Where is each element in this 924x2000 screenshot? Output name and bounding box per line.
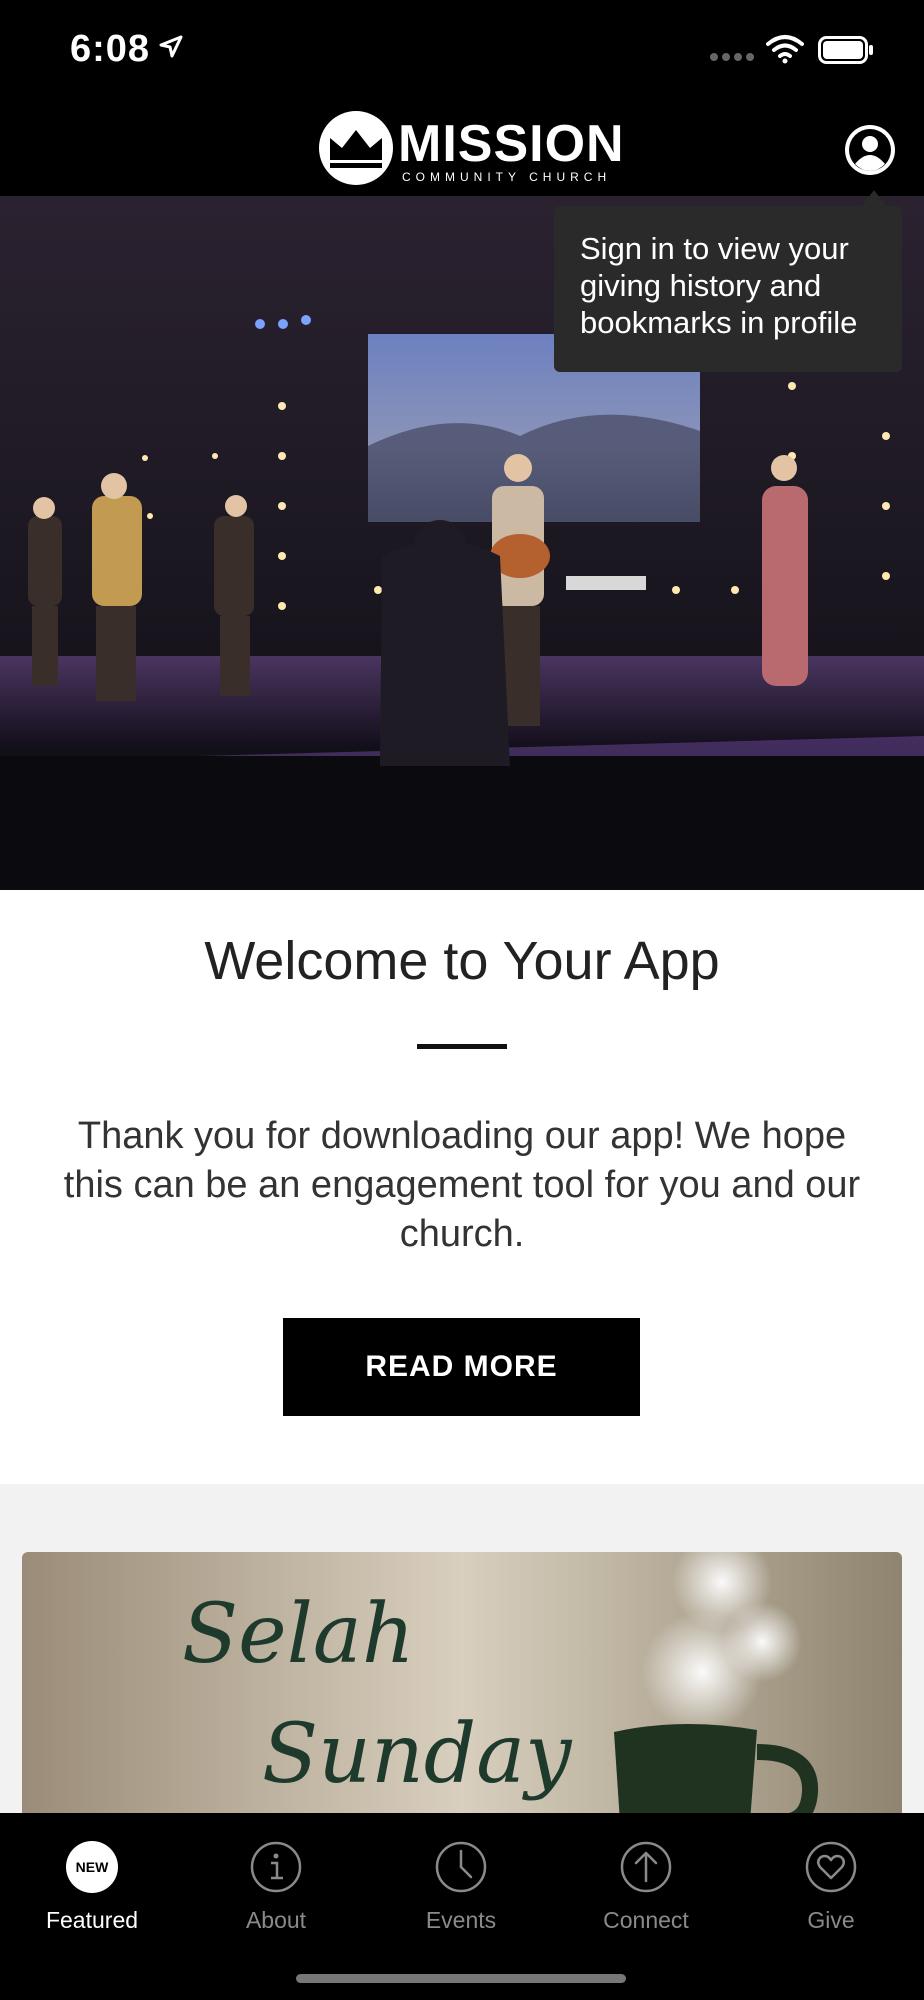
- tab-connect[interactable]: Connect: [554, 1825, 738, 1945]
- heart-circle-icon: [805, 1841, 857, 1893]
- welcome-section: Welcome to Your App Thank you for downlo…: [0, 890, 924, 1484]
- profile-icon[interactable]: [844, 124, 896, 176]
- selah-sunday-image: Selah Sunday: [22, 1552, 902, 1822]
- app-header: MISSION COMMUNITY CHURCH: [0, 100, 924, 196]
- tab-about[interactable]: About: [184, 1825, 368, 1945]
- welcome-body: Thank you for downloading our app! We ho…: [63, 1115, 861, 1255]
- logo-subtitle: COMMUNITY CHURCH: [402, 170, 612, 184]
- crown-logo-icon: [319, 111, 393, 185]
- arrow-up-circle-icon: [620, 1841, 672, 1893]
- profile-tooltip[interactable]: Sign in to view your giving history and …: [554, 206, 902, 372]
- status-bar: 6:08: [0, 0, 924, 100]
- tab-featured-label: Featured: [45, 1907, 139, 1933]
- card-title-line2: Sunday: [262, 1707, 573, 1802]
- battery-icon: [818, 36, 873, 64]
- tab-about-label: About: [245, 1907, 307, 1933]
- tab-featured[interactable]: NEW Featured: [0, 1825, 184, 1945]
- cellular-signal-icon: [710, 53, 754, 61]
- tab-events-label: Events: [425, 1907, 497, 1933]
- clock-icon: [435, 1841, 487, 1893]
- card-title-line1: Selah: [182, 1587, 415, 1682]
- wifi-icon: [766, 35, 804, 64]
- tab-give-label: Give: [807, 1907, 855, 1933]
- tab-connect-label: Connect: [603, 1907, 689, 1933]
- location-arrow-icon: [159, 35, 183, 58]
- info-icon: [250, 1841, 302, 1893]
- title-divider: [417, 1044, 507, 1049]
- tab-events[interactable]: Events: [369, 1825, 553, 1945]
- welcome-title: Welcome to Your App: [204, 931, 720, 991]
- bottom-tab-bar: NEW Featured About Events Connect Give: [0, 1813, 924, 2000]
- church-logo: MISSION COMMUNITY CHURCH: [318, 108, 624, 188]
- tab-give[interactable]: Give: [739, 1825, 923, 1945]
- tooltip-arrow: [862, 190, 886, 206]
- status-time: 6:08: [70, 28, 151, 70]
- selah-sunday-card[interactable]: Selah Sunday: [22, 1552, 902, 1822]
- home-indicator[interactable]: [296, 1974, 626, 1983]
- logo-wordmark: MISSION: [398, 115, 625, 173]
- read-more-button[interactable]: READ MORE: [283, 1318, 640, 1416]
- new-badge-icon: NEW: [66, 1841, 118, 1893]
